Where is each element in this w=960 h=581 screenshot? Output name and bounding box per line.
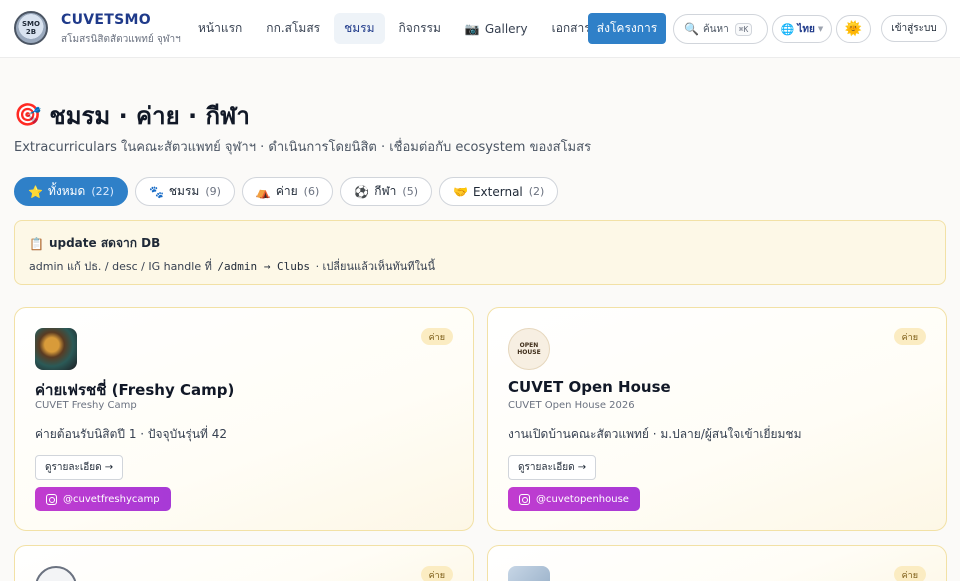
club-logo [35, 566, 77, 581]
tent-icon: ⛺ [255, 184, 271, 199]
instagram-icon [519, 493, 530, 505]
open-house-logo: OPEN HOUSE [508, 328, 550, 370]
logo-text: SMO 2B [22, 20, 40, 36]
star-icon: ⭐ [28, 184, 43, 199]
nav-home[interactable]: หน้าแรก [188, 13, 252, 44]
main-nav: หน้าแรก กก.สโมสร ชมรม กิจกรรม 📷 Gallery เ… [188, 13, 605, 44]
category-tag: ค่าย [893, 328, 926, 345]
filter-count: (22) [91, 185, 114, 198]
clipboard-icon: 📋 [29, 236, 44, 251]
language-selector[interactable]: 🌐 ไทย ▼ [772, 15, 832, 43]
nav-committee[interactable]: กก.สโมสร [256, 13, 330, 44]
notice-body: admin แก้ ปธ. / desc / IG handle ที่ /ad… [29, 257, 435, 275]
category-tag: ค่าย [420, 328, 453, 345]
notice-title-text: update สดจาก DB [48, 236, 161, 250]
instagram-icon [46, 493, 57, 505]
nav-clubs[interactable]: ชมรม [334, 13, 385, 44]
view-details-button[interactable]: ดูรายละเอียด → [35, 455, 124, 480]
handshake-icon: 🤝 [453, 184, 468, 199]
filter-label: ทั้งหมด [47, 184, 86, 198]
notice-admin-path: /admin → Clubs [217, 260, 311, 273]
notice-body-prefix: admin แก้ ปธ. / desc / IG handle ที่ [29, 260, 212, 273]
filter-label: กีฬา [374, 184, 397, 198]
filter-count: (2) [528, 185, 545, 198]
category-filters: ⭐ ทั้งหมด (22) 🐾 ชมรม (9) ⛺ ค่าย (6) ⚽ ก… [14, 177, 565, 206]
filter-sports[interactable]: ⚽ กีฬา (5) [340, 177, 433, 206]
page-title-text: ชมรม · ค่าย · กีฬา [49, 102, 250, 130]
nav-activities[interactable]: กิจกรรม [389, 13, 451, 44]
category-tag: ค่าย [893, 566, 926, 581]
instagram-handle: @cuvetopenhouse [536, 493, 629, 505]
nav-label: Gallery [484, 21, 528, 36]
theme-toggle[interactable]: 🌞 [836, 15, 871, 43]
card-title: CUVET Open House [508, 378, 671, 396]
page-subtitle: Extracurriculars ในคณะสัตวแพทย์ จุฬาฯ · … [14, 140, 592, 155]
view-details-button[interactable]: ดูรายละเอียด → [508, 455, 597, 480]
nav-label: หน้าแรก [198, 21, 243, 35]
camera-icon: 📷 [464, 21, 480, 36]
nav-label: เอกสาร [551, 21, 591, 35]
filter-all[interactable]: ⭐ ทั้งหมด (22) [14, 177, 128, 206]
instagram-handle: @cuvetfreshycamp [63, 493, 160, 505]
search-placeholder: ค้นหา [702, 23, 729, 35]
top-navbar: SMO 2B CUVETSMO สโมสรนิสิตสัตวแพทย์ จุฬาฯ… [0, 0, 960, 58]
club-card: ค่าย [14, 545, 474, 581]
club-card: OPEN HOUSE ค่าย CUVET Open House CUVET Op… [487, 307, 947, 531]
club-photo [508, 566, 550, 581]
nav-gallery[interactable]: 📷 Gallery [455, 13, 538, 44]
nav-label: กก.สโมสร [266, 21, 321, 35]
submit-project-button[interactable]: ส่งโครงการ [588, 13, 666, 44]
filter-count: (5) [402, 185, 419, 198]
club-card: ค่าย [487, 545, 947, 581]
instagram-link[interactable]: @cuvetfreshycamp [35, 487, 171, 511]
card-description: งานเปิดบ้านคณะสัตวแพทย์ · ม.ปลาย/ผู้สนใจ… [508, 427, 802, 441]
sun-icon: 🌞 [844, 21, 863, 37]
filter-count: (9) [205, 185, 221, 198]
db-update-notice: 📋 update สดจาก DB admin แก้ ปธ. / desc /… [14, 220, 946, 285]
login-button[interactable]: เข้าสู่ระบบ [881, 15, 947, 42]
filter-external[interactable]: 🤝 External (2) [439, 177, 559, 206]
card-subtitle: CUVET Open House 2026 [508, 400, 635, 411]
chevron-down-icon: ▼ [817, 25, 824, 33]
page-title: 🎯 ชมรม · ค่าย · กีฬา [14, 96, 250, 135]
search-shortcut: ⌘K [734, 22, 753, 36]
club-card: ค่าย ค่ายเฟรชชี่ (Freshy Camp) CUVET Fre… [14, 307, 474, 531]
card-subtitle: CUVET Freshy Camp [35, 400, 137, 411]
dart-icon: 🎯 [14, 103, 42, 128]
freshy-camp-logo [35, 328, 77, 370]
instagram-link[interactable]: @cuvetopenhouse [508, 487, 640, 511]
filter-label: External [472, 184, 523, 199]
logo-text: OPEN HOUSE [517, 342, 541, 356]
notice-title: 📋 update สดจาก DB [29, 234, 160, 253]
globe-icon: 🌐 [780, 22, 795, 36]
nav-label: ชมรม [344, 21, 375, 35]
card-description: ค่ายต้อนรับนิสิตปี 1 · ปัจจุบันรุ่นที่ 4… [35, 427, 228, 441]
smo-logo[interactable]: SMO 2B [14, 11, 48, 45]
card-title: ค่ายเฟรชชี่ (Freshy Camp) [35, 381, 235, 399]
filter-label: ชมรม [168, 184, 200, 198]
filter-count: (6) [303, 185, 320, 198]
filter-label: ค่าย [275, 184, 298, 198]
language-label: ไทย [797, 23, 815, 35]
filter-clubs[interactable]: 🐾 ชมรม (9) [134, 177, 235, 206]
search-button[interactable]: 🔍 ค้นหา ⌘K [673, 14, 768, 44]
category-tag: ค่าย [420, 566, 453, 581]
paw-icon: 🐾 [148, 184, 164, 199]
brand-subtitle: สโมสรนิสิตสัตวแพทย์ จุฬาฯ [61, 34, 181, 45]
notice-body-suffix: · เปลี่ยนแล้วเห็นทันทีในนี้ [315, 260, 435, 273]
filter-camps[interactable]: ⛺ ค่าย (6) [241, 177, 334, 206]
nav-label: กิจกรรม [398, 21, 441, 35]
brand-title[interactable]: CUVETSMO [61, 12, 151, 28]
soccer-ball-icon: ⚽ [354, 184, 370, 199]
search-icon: 🔍 [684, 22, 699, 36]
